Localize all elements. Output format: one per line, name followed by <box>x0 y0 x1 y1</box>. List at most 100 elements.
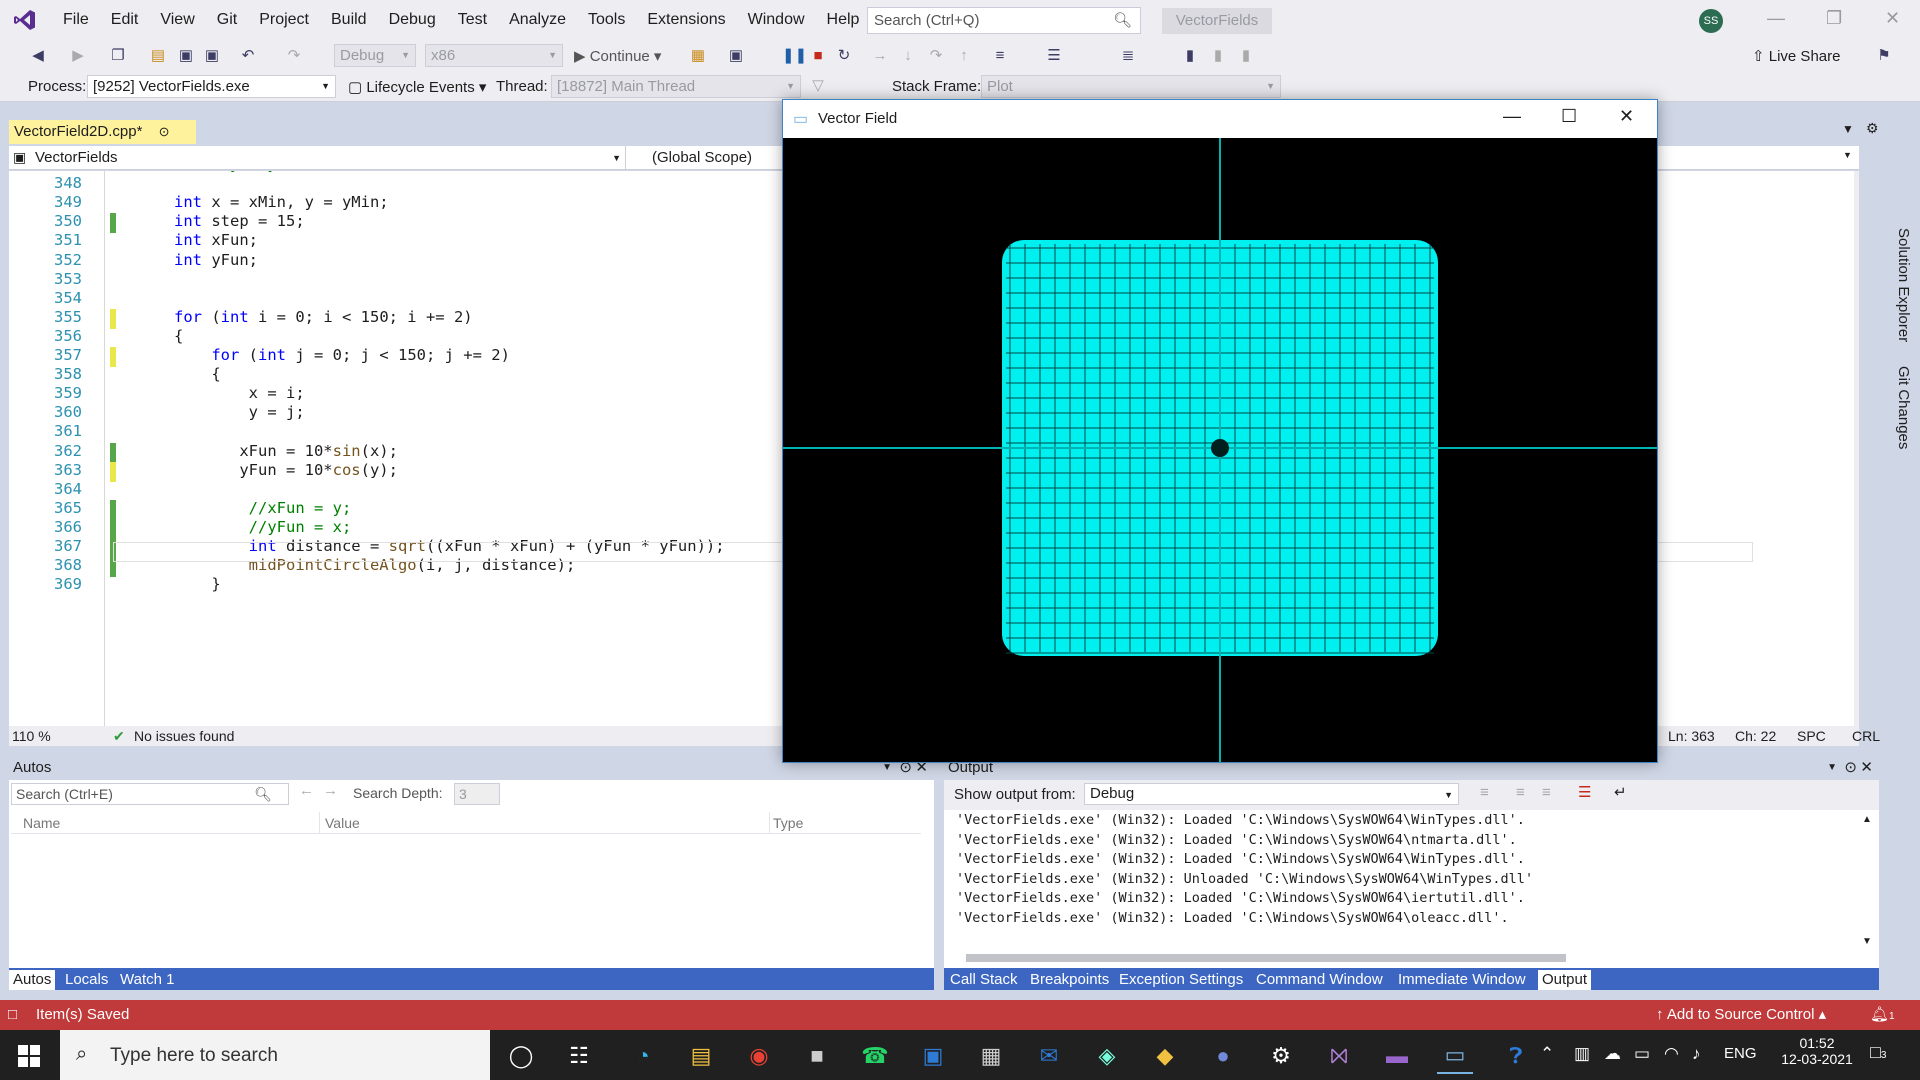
notifications-icon[interactable]: 🔔︎1 <box>1870 1005 1895 1023</box>
tray-overflow-icon[interactable]: ⌃ <box>1540 1044 1554 1064</box>
tab-output[interactable]: Output <box>1538 970 1592 990</box>
taskbar-search-input[interactable]: ⌕ Type here to search <box>60 1030 490 1080</box>
process-select[interactable]: [9252] VectorFields.exe ▼ <box>87 75 336 98</box>
output-text-area[interactable]: 'VectorFields.exe' (Win32): Loaded 'C:\W… <box>944 810 1879 968</box>
app-icon[interactable]: ▣ <box>915 1038 951 1074</box>
terminal-icon[interactable]: ■ <box>799 1038 835 1074</box>
code-line[interactable]: x = i; <box>174 384 305 402</box>
vector-field-titlebar[interactable]: ▭ Vector Field — ☐ ✕ <box>783 100 1657 138</box>
threads-icon[interactable]: ☰ <box>1044 46 1064 66</box>
menu-analyze[interactable]: Analyze <box>498 0 577 40</box>
line-number-status[interactable]: Ln: 363 <box>1668 728 1715 744</box>
menu-extensions[interactable]: Extensions <box>636 0 736 40</box>
tray-device-icon[interactable]: ▥ <box>1574 1044 1590 1064</box>
tab-command-window[interactable]: Command Window <box>1252 970 1387 990</box>
column-value[interactable]: Value <box>325 815 360 831</box>
wifi-icon[interactable]: ◠ <box>1664 1044 1679 1064</box>
code-line[interactable]: int yFun; <box>174 251 258 269</box>
menu-tools[interactable]: Tools <box>577 0 636 40</box>
configuration-select[interactable]: Debug ▼ <box>334 44 416 67</box>
python-icon[interactable]: ◆ <box>1147 1038 1183 1074</box>
vertical-scrollbar[interactable] <box>1854 171 1859 726</box>
settings-gear-icon[interactable]: ⚙ <box>1866 120 1879 137</box>
vector-field-app-icon[interactable]: ▭ <box>1437 1038 1473 1074</box>
close-icon[interactable]: ✕ <box>1619 106 1634 127</box>
chrome-icon[interactable]: ◉ <box>741 1038 777 1074</box>
project-select[interactable]: VectorFields ▼ <box>35 149 625 166</box>
search-depth-select[interactable]: 3 <box>454 783 500 805</box>
lifecycle-events-button[interactable]: ▢ Lifecycle Events ▾ <box>348 78 486 96</box>
tab-breakpoints[interactable]: Breakpoints <box>1026 970 1113 990</box>
clock[interactable]: 01:52 12-03-2021 <box>1772 1035 1862 1067</box>
panel-close-icon[interactable]: ✕ <box>1860 757 1873 779</box>
code-line[interactable]: //F(x,y)=(y,-x) <box>174 171 314 173</box>
tab-exception-settings[interactable]: Exception Settings <box>1115 970 1247 990</box>
vector-field-window[interactable]: ▭ Vector Field — ☐ ✕ <box>782 99 1658 763</box>
indent-status[interactable]: SPC <box>1797 728 1826 744</box>
action-center-icon[interactable]: □3 <box>1870 1042 1886 1063</box>
code-line[interactable]: { <box>174 327 183 345</box>
close-icon[interactable]: ✕ <box>1885 8 1900 29</box>
minimize-icon[interactable]: — <box>1767 8 1785 29</box>
zoom-select[interactable]: 110 % <box>12 728 51 744</box>
comment-icon[interactable]: ≣ <box>1118 46 1138 66</box>
continue-button[interactable]: ▶ Continue ▾ <box>574 47 661 65</box>
next-bookmark-icon[interactable]: ▮ <box>1236 46 1256 66</box>
pause-icon[interactable]: ❚❚ <box>782 46 807 66</box>
thread-select[interactable]: [18872] Main Thread ▼ <box>551 75 801 98</box>
add-to-source-control-button[interactable]: ↑ Add to Source Control ▴ <box>1656 1005 1826 1023</box>
volume-icon[interactable]: ♪ <box>1692 1044 1701 1064</box>
show-next-statement-icon[interactable]: → <box>870 46 890 66</box>
whatsapp-icon[interactable]: ☎ <box>857 1038 893 1074</box>
language-indicator[interactable]: ENG <box>1724 1045 1757 1062</box>
code-line[interactable]: xFun = 10*sin(x); <box>174 442 398 460</box>
platform-select[interactable]: x86 ▼ <box>425 44 563 67</box>
search-input[interactable]: Search (Ctrl+Q) 🔍︎ <box>867 7 1141 34</box>
autos-search-input[interactable]: Search (Ctrl+E) 🔍︎ <box>11 783 289 805</box>
solution-explorer-tab[interactable]: Solution Explorer <box>1895 228 1912 342</box>
maximize-icon[interactable]: ☐ <box>1561 106 1577 127</box>
find-message-icon[interactable]: ≡ <box>1480 784 1489 801</box>
column-type[interactable]: Type <box>773 815 803 831</box>
horizontal-scrollbar-thumb[interactable] <box>966 954 1566 962</box>
forward-icon[interactable]: ▶ <box>68 46 88 66</box>
step-out-icon[interactable]: ↑ <box>954 46 974 66</box>
column-name[interactable]: Name <box>23 815 60 831</box>
code-line[interactable]: //yFun = x; <box>174 518 352 536</box>
file-explorer-icon[interactable]: ▤ <box>683 1038 719 1074</box>
panel-dropdown-icon[interactable]: ▼ <box>1827 757 1837 779</box>
menu-test[interactable]: Test <box>447 0 498 40</box>
menu-debug[interactable]: Debug <box>378 0 447 40</box>
menu-git[interactable]: Git <box>206 0 248 40</box>
column-status[interactable]: Ch: 22 <box>1735 728 1776 744</box>
code-line[interactable]: y = j; <box>174 403 305 421</box>
battery-icon[interactable]: ▭ <box>1634 1044 1650 1064</box>
tab-autos[interactable]: Autos <box>9 970 56 990</box>
menu-file[interactable]: File <box>52 0 100 40</box>
console-icon[interactable]: ▬ <box>1379 1038 1415 1074</box>
prev-message-icon[interactable]: ≡ <box>1516 784 1525 801</box>
tab-watch-1[interactable]: Watch 1 <box>116 970 178 990</box>
paint-icon[interactable]: ◈ <box>1089 1038 1125 1074</box>
code-line[interactable]: for (int i = 0; i < 150; i += 2) <box>174 308 473 326</box>
screenshot-icon[interactable]: ▣ <box>726 46 746 66</box>
avatar[interactable]: SS <box>1699 9 1723 33</box>
restore-icon[interactable]: ❐ <box>1826 8 1842 29</box>
scroll-up-icon[interactable]: ▲ <box>1862 814 1872 825</box>
settings-gear-icon[interactable]: ⚙ <box>1263 1038 1299 1074</box>
scroll-down-icon[interactable]: ▼ <box>1862 936 1872 947</box>
panel-pin-icon[interactable]: ⊙ <box>1844 757 1857 779</box>
onedrive-icon[interactable]: ☁ <box>1604 1044 1621 1064</box>
next-message-icon[interactable]: ≡ <box>1542 784 1551 801</box>
code-line[interactable]: { <box>174 365 220 383</box>
stack-frame-select[interactable]: Plot ▼ <box>981 75 1281 98</box>
undo-icon[interactable]: ↶ <box>238 46 258 66</box>
step-over-icon[interactable]: ↷ <box>926 46 946 66</box>
live-share-button[interactable]: ⇧ Live Share <box>1752 47 1840 65</box>
edge-icon[interactable]: ◔ <box>625 1038 661 1074</box>
menu-edit[interactable]: Edit <box>100 0 150 40</box>
feedback-icon[interactable]: ⚑ <box>1874 46 1894 66</box>
menu-window[interactable]: Window <box>737 0 816 40</box>
tab-immediate-window[interactable]: Immediate Window <box>1394 970 1530 990</box>
stop-icon[interactable]: ■ <box>808 46 828 66</box>
